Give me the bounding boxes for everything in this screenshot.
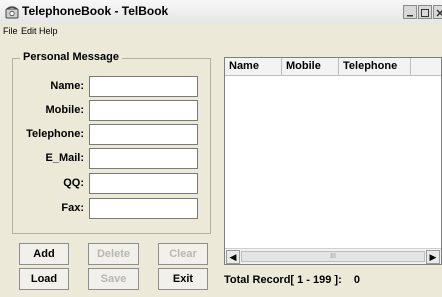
menu-file[interactable]: File [3, 26, 18, 36]
column-header-mobile[interactable]: Mobile [282, 58, 339, 76]
minimize-icon [407, 15, 413, 17]
contacts-list[interactable]: Name Mobile Telephone ◀ III ▶ [224, 57, 442, 265]
qq-label: QQ: [63, 177, 84, 189]
clear-button[interactable]: Clear [158, 243, 208, 265]
menu-bar: File Edit Help [0, 24, 442, 40]
minimize-button[interactable] [403, 5, 417, 19]
close-button[interactable] [433, 5, 442, 19]
group-title: Personal Message [20, 51, 122, 63]
name-label: Name: [50, 80, 84, 92]
title-bar: TelephoneBook - TelBook [0, 0, 442, 25]
scroll-right-button[interactable]: ▶ [426, 250, 440, 264]
column-header-name[interactable]: Name [225, 58, 282, 76]
total-record-label: Total Record[ 1 - 199 ]: [224, 274, 342, 286]
fax-input[interactable] [89, 198, 198, 219]
name-input[interactable] [89, 76, 198, 97]
phone-icon [5, 6, 19, 19]
menu-edit[interactable]: Edit [21, 26, 37, 36]
menu-help[interactable]: Help [39, 26, 58, 36]
total-record-status: Total Record[ 1 - 199 ]: 0 [224, 274, 360, 286]
add-button[interactable]: Add [19, 243, 69, 265]
horizontal-scrollbar[interactable]: ◀ III ▶ [225, 248, 441, 264]
delete-button[interactable]: Delete [88, 243, 139, 265]
maximize-button[interactable] [418, 5, 432, 19]
fax-label: Fax: [61, 202, 84, 214]
chevron-right-icon: ▶ [429, 252, 437, 262]
qq-input[interactable] [89, 173, 198, 194]
scroll-left-button[interactable]: ◀ [226, 250, 240, 264]
telephone-input[interactable] [89, 124, 198, 145]
load-button[interactable]: Load [19, 268, 69, 290]
mobile-label: Mobile: [45, 104, 85, 116]
chevron-left-icon: ◀ [229, 252, 237, 262]
total-record-value: 0 [353, 274, 361, 286]
maximize-icon [421, 9, 429, 17]
window: TelephoneBook - TelBook File Edit Help P… [0, 0, 442, 297]
exit-button[interactable]: Exit [158, 268, 208, 290]
column-header-filler [411, 58, 441, 76]
window-title: TelephoneBook - TelBook [22, 4, 169, 18]
email-input[interactable] [89, 148, 198, 169]
scrollbar-thumb[interactable]: III [241, 251, 425, 262]
save-button[interactable]: Save [88, 268, 139, 290]
telephone-label: Telephone: [26, 128, 84, 140]
email-label: E_Mail: [45, 152, 84, 164]
close-icon [436, 9, 442, 17]
column-header-telephone[interactable]: Telephone [339, 58, 411, 76]
mobile-input[interactable] [89, 100, 198, 121]
